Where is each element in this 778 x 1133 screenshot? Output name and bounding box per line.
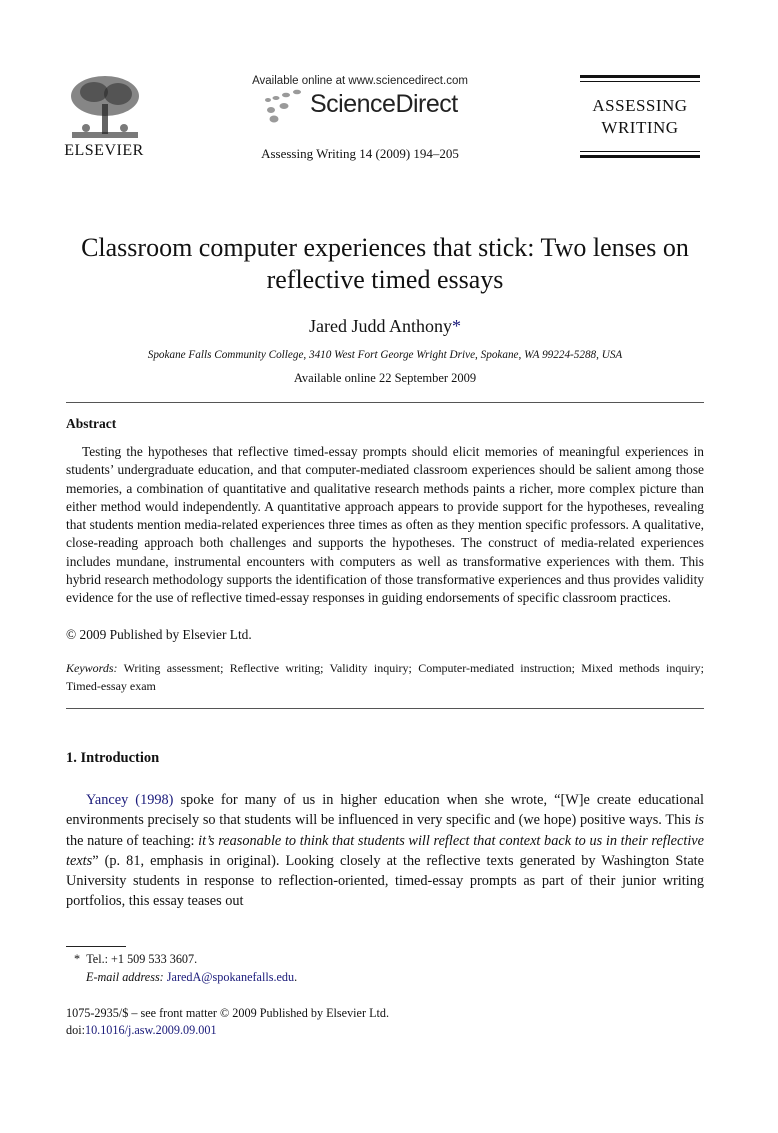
journal-logo-line2: WRITING (601, 118, 679, 137)
doi-link[interactable]: 10.1016/j.asw.2009.09.001 (85, 1023, 217, 1037)
logo-rule (580, 151, 700, 152)
publisher-name: ELSEVIER (64, 142, 144, 159)
abstract-text: Testing the hypotheses that reflective t… (66, 444, 704, 606)
author-name: Jared Judd Anthony (309, 316, 452, 336)
email-label: E-mail address: (86, 970, 164, 984)
doi-prefix: doi: (66, 1023, 85, 1037)
doi-line: doi:10.1016/j.asw.2009.09.001 (66, 1023, 217, 1038)
available-online-link[interactable]: Available online at www.sciencedirect.co… (240, 75, 480, 87)
keywords-list: Writing assessment; Reflective writing; … (66, 661, 704, 693)
abstract-copyright: © 2009 Published by Elsevier Ltd. (66, 627, 252, 642)
abstract-body: Testing the hypotheses that reflective t… (66, 443, 704, 608)
footnote-rule (66, 946, 126, 947)
emphasis: is (694, 812, 704, 829)
logo-rule (580, 81, 700, 82)
journal-reference: Assessing Writing 14 (2009) 194–205 (261, 146, 459, 161)
paragraph: Yancey (1998) spoke for many of us in hi… (66, 790, 704, 912)
front-matter: 1075-2935/$ – see front matter © 2009 Pu… (66, 1006, 390, 1020)
abstract-heading: Abstract (66, 416, 117, 431)
text-segment: ” (p. 81, emphasis in original). Looking… (66, 852, 704, 910)
section-heading: 1. Introduction (66, 750, 160, 766)
keywords-label: Keywords: (66, 661, 118, 675)
journal-logo: ASSESSING WRITING (580, 75, 700, 160)
journal-logo-line1: ASSESSING (592, 96, 688, 115)
telephone: Tel.: +1 509 533 3607. (86, 952, 198, 966)
section-body: Yancey (1998) spoke for many of us in hi… (66, 790, 704, 912)
divider (66, 402, 704, 403)
citation-link[interactable]: Yancey (1998) (86, 792, 173, 808)
text-segment: the nature of teaching: (66, 832, 199, 849)
footnote-tel: * Tel.: +1 509 533 3607. (74, 952, 197, 967)
divider (66, 708, 704, 709)
keywords: Keywords: Writing assessment; Reflective … (66, 659, 704, 695)
author-line: Jared Judd Anthony* (60, 316, 710, 337)
author-footnote-link[interactable]: * (452, 316, 461, 336)
sciencedirect-logo[interactable]: ScienceDirect (310, 90, 458, 119)
available-online-date: Available online 22 September 2009 (293, 371, 477, 385)
logo-rule (580, 155, 700, 158)
footnote-email: E-mail address: JaredA@spokanefalls.edu. (86, 970, 297, 985)
email-link[interactable]: JaredA@spokanefalls.edu (167, 970, 294, 984)
logo-rule (580, 75, 700, 78)
punctuation: . (294, 970, 298, 984)
article-title: Classroom computer experiences that stic… (81, 233, 689, 294)
author-affiliation: Spokane Falls Community College, 3410 We… (147, 349, 623, 361)
journal-logo-title: ASSESSING WRITING (580, 95, 700, 139)
footnote-mark: * (74, 952, 81, 966)
